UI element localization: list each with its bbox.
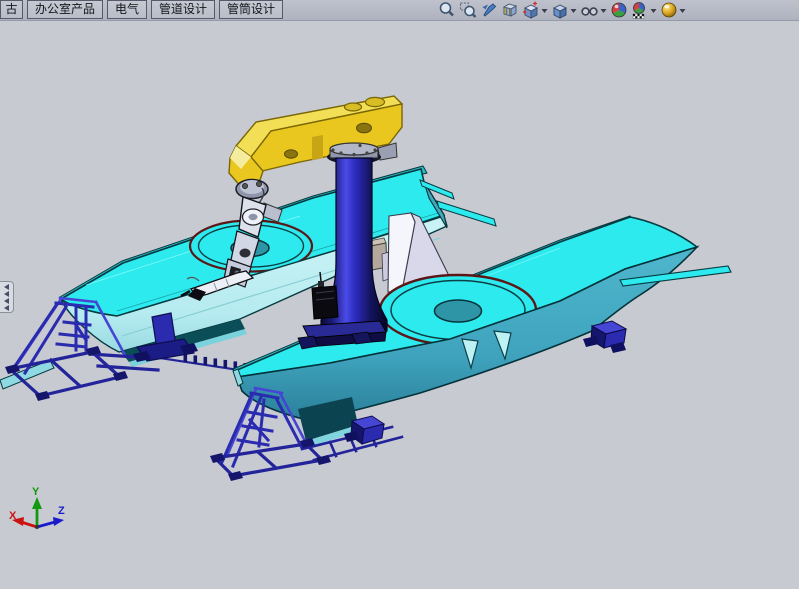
solidworks-window: X Y Z 古 办公室产品 电气 管道设计 管筒设计 xyxy=(0,0,799,589)
model-view[interactable]: X Y Z xyxy=(0,0,799,589)
dropdown-caret-icon xyxy=(679,1,686,19)
triad-x-label: X xyxy=(9,510,17,522)
hide-show-items-button[interactable] xyxy=(580,1,607,19)
panel-splitter-handle[interactable] xyxy=(0,281,14,313)
zoom-to-fit-button[interactable] xyxy=(438,1,456,19)
edit-appearance-button[interactable] xyxy=(610,1,628,19)
view-orientation-button[interactable] xyxy=(522,1,548,19)
eyeglasses-icon xyxy=(580,1,599,19)
view-settings-button[interactable] xyxy=(660,1,686,19)
dropdown-caret-icon xyxy=(570,1,577,19)
splitter-arrows-icon xyxy=(1,283,12,311)
section-view-button[interactable] xyxy=(501,1,519,19)
graphics-area[interactable]: X Y Z xyxy=(0,0,799,589)
heads-up-toolbar xyxy=(438,0,689,20)
tab-office[interactable]: 办公室产品 xyxy=(27,0,103,19)
apply-scene-button[interactable] xyxy=(631,1,657,19)
dropdown-caret-icon xyxy=(650,1,657,19)
reference-triad: X Y Z xyxy=(9,486,65,529)
section-view-icon xyxy=(501,1,519,19)
view-settings-icon xyxy=(660,1,678,19)
appearance-ball-icon xyxy=(610,1,628,19)
dropdown-caret-icon xyxy=(541,1,548,19)
triad-z-label: Z xyxy=(58,505,65,517)
triad-y-label: Y xyxy=(32,486,40,498)
tab-piping[interactable]: 管道设计 xyxy=(151,0,215,19)
view-orientation-icon xyxy=(522,1,540,19)
zoom-to-fit-icon xyxy=(438,1,456,19)
zoom-to-area-button[interactable] xyxy=(459,1,477,19)
zoom-to-area-icon xyxy=(459,1,477,19)
tab-electrical[interactable]: 电气 xyxy=(107,0,147,19)
apply-scene-icon xyxy=(631,1,649,19)
display-style-button[interactable] xyxy=(551,1,577,19)
rotate-view-icon xyxy=(480,1,498,19)
dropdown-caret-icon xyxy=(600,1,607,19)
tab-partial[interactable]: 古 xyxy=(0,0,23,19)
rotate-view-button[interactable] xyxy=(480,1,498,19)
display-style-icon xyxy=(551,1,569,19)
command-manager-bar: 古 办公室产品 电气 管道设计 管筒设计 xyxy=(0,0,799,21)
command-tabs: 古 办公室产品 电气 管道设计 管筒设计 xyxy=(0,0,287,20)
tab-tubing[interactable]: 管筒设计 xyxy=(219,0,283,19)
